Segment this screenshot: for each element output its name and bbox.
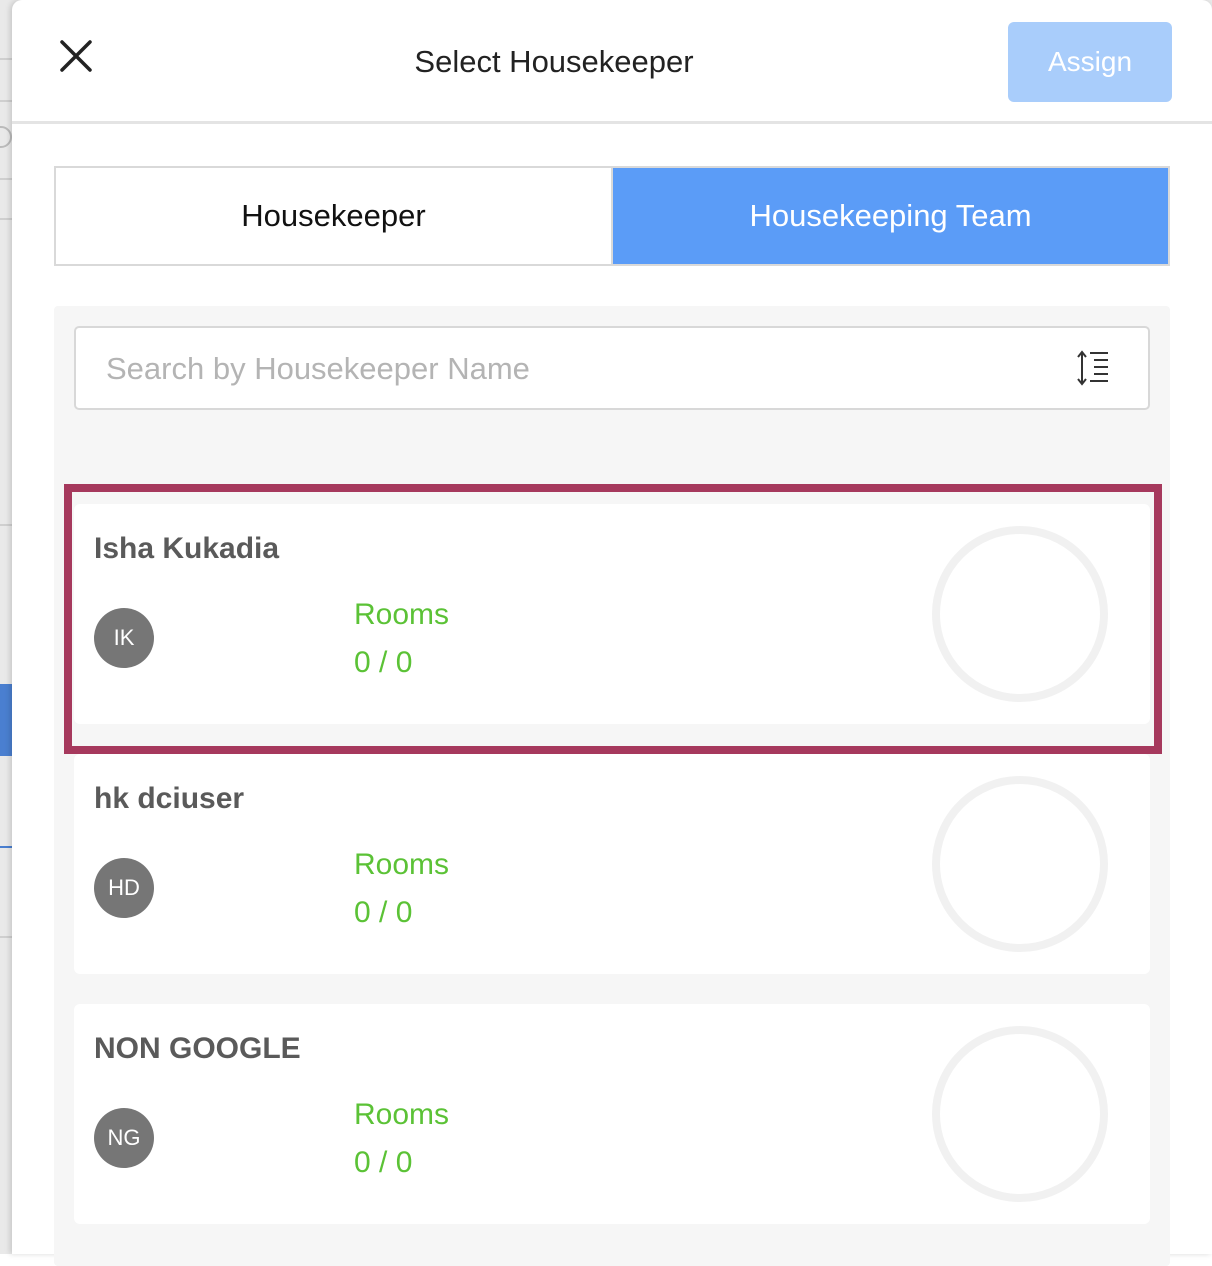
search-box — [74, 326, 1150, 410]
background-button — [0, 684, 12, 756]
progress-ring-icon — [932, 1026, 1108, 1202]
modal-header: Select Housekeeper Assign — [12, 0, 1212, 124]
rooms-value: 0 / 0 — [354, 646, 413, 679]
housekeeper-card[interactable]: Isha Kukadia IK Rooms 0 / 0 — [74, 504, 1150, 724]
avatar: HD — [94, 858, 154, 918]
housekeeper-name: hk dciuser — [94, 782, 245, 815]
background-divider — [0, 524, 12, 526]
background-divider — [0, 936, 12, 938]
assign-button[interactable]: Assign — [1008, 22, 1172, 102]
avatar: IK — [94, 608, 154, 668]
progress-ring-icon — [932, 776, 1108, 952]
housekeeper-card[interactable]: NON GOOGLE NG Rooms 0 / 0 — [74, 1004, 1150, 1224]
rooms-value: 0 / 0 — [354, 1146, 413, 1179]
rooms-label: Rooms — [354, 598, 450, 631]
housekeeper-card[interactable]: hk dciuser HD Rooms 0 / 0 — [74, 754, 1150, 974]
background-divider — [0, 58, 12, 60]
background-divider — [0, 218, 12, 220]
tab-housekeeper[interactable]: Housekeeper — [56, 168, 613, 264]
progress-ring-icon — [932, 526, 1108, 702]
tab-housekeeping-team[interactable]: Housekeeping Team — [613, 168, 1168, 264]
avatar: NG — [94, 1108, 154, 1168]
background-divider — [0, 846, 12, 848]
background-divider — [0, 178, 12, 180]
sort-icon[interactable] — [1076, 348, 1112, 388]
modal-title: Select Housekeeper — [414, 44, 694, 79]
background-radio — [0, 126, 12, 148]
rooms-label: Rooms — [354, 848, 450, 881]
rooms-value: 0 / 0 — [354, 896, 413, 929]
tab-bar: Housekeeper Housekeeping Team — [54, 166, 1170, 266]
housekeeper-list: Isha Kukadia IK Rooms 0 / 0 hk dciuser H… — [54, 306, 1170, 1266]
housekeeper-name: NON GOOGLE — [94, 1032, 301, 1065]
select-housekeeper-modal: Select Housekeeper Assign Housekeeper Ho… — [12, 0, 1212, 1266]
rooms-label: Rooms — [354, 1098, 450, 1131]
background-divider — [0, 100, 12, 102]
housekeeper-name: Isha Kukadia — [94, 532, 280, 565]
search-input[interactable] — [106, 346, 1046, 392]
